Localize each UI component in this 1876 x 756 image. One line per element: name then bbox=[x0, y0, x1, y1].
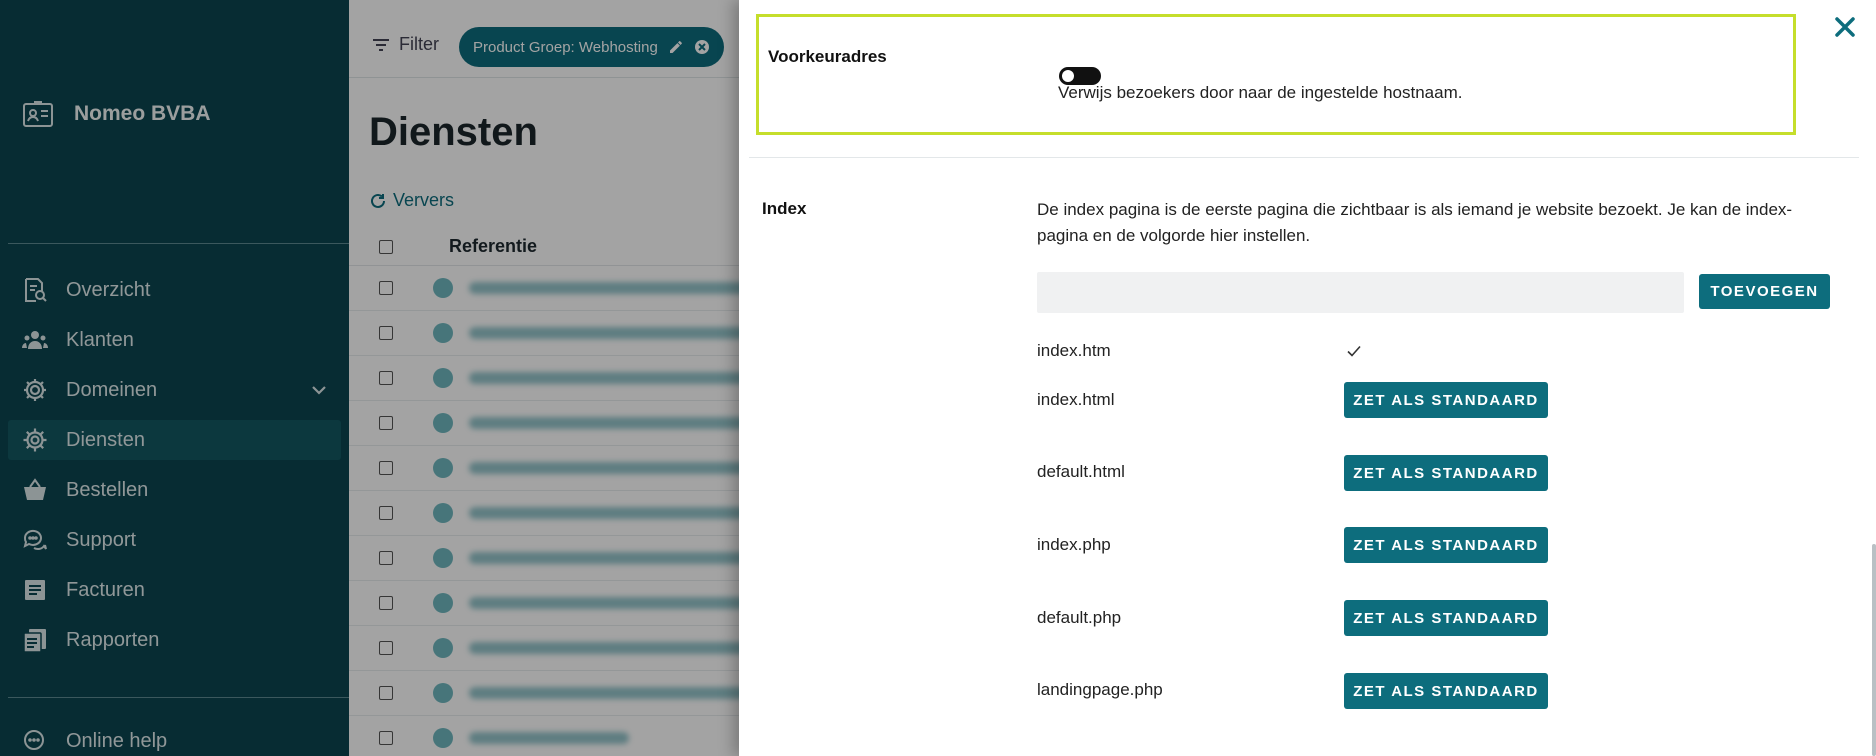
index-label: Index bbox=[762, 199, 807, 218]
preferred-address-section: Voorkeuradres Verwijs bezoekers door naa… bbox=[756, 14, 1796, 135]
settings-panel: Voorkeuradres Verwijs bezoekers door naa… bbox=[739, 0, 1876, 756]
section-divider bbox=[749, 157, 1859, 158]
default-check-icon bbox=[1345, 342, 1363, 365]
preferred-address-label: Voorkeuradres bbox=[768, 47, 887, 66]
set-default-button[interactable]: ZET ALS STANDAARD bbox=[1344, 455, 1548, 491]
preferred-address-description: Verwijs bezoekers door naar de ingesteld… bbox=[1058, 83, 1463, 102]
index-page-name: index.html bbox=[1037, 390, 1115, 409]
close-icon bbox=[1835, 17, 1855, 37]
set-default-button[interactable]: ZET ALS STANDAARD bbox=[1344, 527, 1548, 563]
index-description: De index pagina is de eerste pagina die … bbox=[1037, 200, 1793, 245]
index-page-name: index.php bbox=[1037, 535, 1111, 554]
set-default-button[interactable]: ZET ALS STANDAARD bbox=[1344, 673, 1548, 709]
index-page-name: landingpage.php bbox=[1037, 680, 1163, 699]
set-default-button[interactable]: ZET ALS STANDAARD bbox=[1344, 600, 1548, 636]
index-page-name: default.html bbox=[1037, 462, 1125, 481]
set-default-button[interactable]: ZET ALS STANDAARD bbox=[1344, 382, 1548, 418]
panel-scrollbar[interactable] bbox=[1872, 544, 1876, 756]
index-page-input[interactable] bbox=[1037, 272, 1684, 313]
close-button[interactable] bbox=[1830, 12, 1860, 42]
index-page-name: index.htm bbox=[1037, 341, 1111, 360]
index-page-name: default.php bbox=[1037, 608, 1122, 627]
add-index-button[interactable]: TOEVOEGEN bbox=[1699, 274, 1830, 309]
